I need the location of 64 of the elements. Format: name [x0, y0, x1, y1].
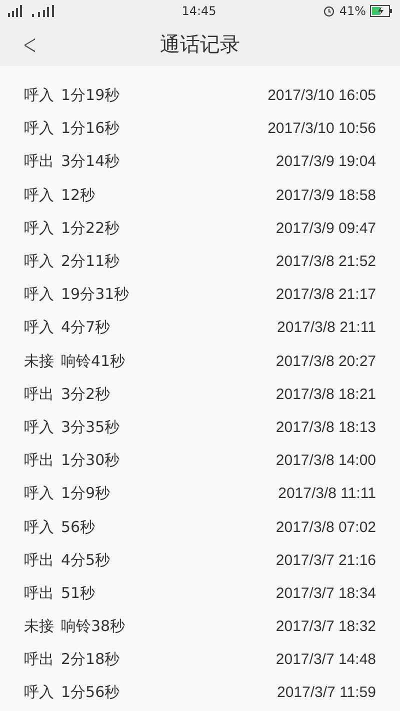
call-duration: 响铃38秒	[61, 617, 126, 636]
call-time: 2017/3/7 14:48	[276, 651, 376, 668]
signal-icon	[30, 5, 56, 17]
call-duration: 2分18秒	[61, 650, 120, 670]
call-time: 2017/3/8 18:13	[276, 418, 376, 436]
call-duration: 19分31秒	[61, 285, 130, 304]
call-duration: 1分19秒	[61, 86, 120, 106]
call-duration: 12秒	[61, 186, 96, 205]
call-type: 呼入	[24, 252, 54, 272]
battery-icon	[370, 5, 392, 17]
call-time: 2017/3/8 11:11	[278, 485, 376, 502]
call-duration: 2分11秒	[61, 252, 120, 272]
call-time: 2017/3/9 18:58	[276, 186, 376, 204]
call-time: 2017/3/8 21:52	[276, 253, 376, 270]
alarm-icon	[323, 5, 336, 17]
call-time: 2017/3/8 14:00	[276, 452, 376, 470]
back-button[interactable]: <	[20, 28, 40, 60]
call-duration: 4分7秒	[61, 318, 110, 338]
battery-percent: 41%	[339, 4, 366, 18]
call-duration: 56秒	[61, 518, 96, 537]
call-time: 2017/3/7 11:59	[277, 684, 376, 702]
call-duration: 4分5秒	[61, 550, 110, 570]
call-time: 2017/3/7 18:32	[276, 618, 376, 636]
call-duration: 3分35秒	[61, 418, 120, 437]
call-time: 2017/3/9 09:47	[276, 220, 376, 237]
call-type: 呼出	[24, 384, 54, 404]
call-type: 呼入	[24, 86, 54, 106]
call-type: 呼入	[24, 218, 54, 238]
page-title: 通话记录	[160, 30, 240, 58]
call-duration: 51秒	[61, 584, 96, 603]
call-duration: 1分22秒	[61, 218, 120, 238]
call-time: 2017/3/7 18:34	[276, 584, 376, 602]
call-type: 呼入	[24, 518, 54, 537]
call-type: 呼出	[24, 584, 54, 603]
call-type: 呼入	[24, 318, 54, 338]
call-type: 呼出	[24, 650, 54, 670]
call-type: 呼出	[24, 152, 54, 172]
call-time: 2017/3/10 16:05	[268, 87, 376, 104]
call-duration: 1分56秒	[61, 683, 120, 702]
call-time: 2017/3/8 07:02	[276, 518, 376, 536]
call-type: 未接	[24, 352, 54, 371]
call-time: 2017/3/8 21:11	[277, 319, 376, 336]
call-type: 呼入	[24, 186, 54, 205]
call-duration: 响铃41秒	[61, 352, 126, 371]
call-time: 2017/3/10 10:56	[268, 120, 376, 138]
call-time: 2017/3/8 18:21	[276, 386, 376, 403]
call-type: 呼入	[24, 285, 54, 304]
call-time: 2017/3/8 20:27	[276, 352, 376, 370]
call-duration: 1分16秒	[61, 119, 120, 138]
call-duration: 1分9秒	[61, 484, 110, 504]
call-type: 呼入	[24, 683, 54, 702]
call-time: 2017/3/8 21:17	[276, 286, 376, 304]
status-time: 14:45	[182, 4, 216, 18]
call-time: 2017/3/7 21:16	[276, 552, 376, 569]
call-duration: 3分14秒	[61, 152, 120, 172]
call-type: 未接	[24, 617, 54, 636]
call-type: 呼入	[24, 484, 54, 504]
call-duration: 1分30秒	[61, 451, 120, 470]
call-type: 呼入	[24, 418, 54, 437]
call-time: 2017/3/9 19:04	[276, 153, 376, 170]
call-duration: 3分2秒	[61, 384, 110, 404]
call-type: 呼出	[24, 550, 54, 570]
call-type: 呼出	[24, 451, 54, 470]
call-type: 呼入	[24, 119, 54, 138]
